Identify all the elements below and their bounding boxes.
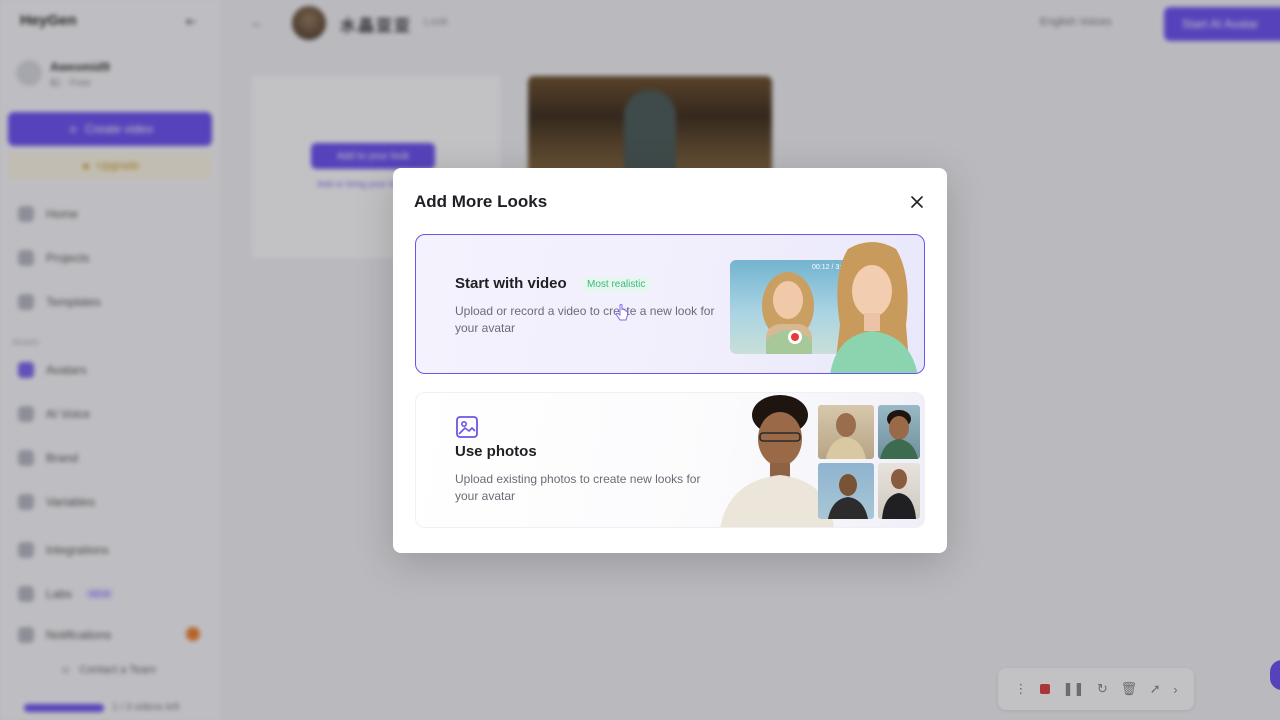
photo-thumbnail-4 <box>878 463 920 519</box>
most-realistic-badge: Most realistic <box>582 277 651 292</box>
man-portrait-image <box>720 395 834 527</box>
photo-icon <box>456 416 478 438</box>
close-icon[interactable] <box>907 192 927 212</box>
add-more-looks-modal: Add More Looks Start with video Most rea… <box>393 168 947 553</box>
photo-thumbnail-3 <box>818 463 874 519</box>
record-icon <box>788 330 802 344</box>
woman-portrait-image <box>830 242 918 373</box>
option-description: Upload or record a video to create a new… <box>455 304 715 335</box>
option-title: Start with video <box>455 275 567 292</box>
option-title: Use photos <box>455 443 537 460</box>
photo-thumbnail-1 <box>818 405 874 459</box>
modal-title: Add More Looks <box>414 192 548 211</box>
photo-thumbnail-2 <box>878 405 920 459</box>
option-description: Upload existing photos to create new loo… <box>455 472 701 503</box>
start-with-video-option[interactable]: Start with video Most realistic Upload o… <box>415 234 925 374</box>
use-photos-option[interactable]: Use photos Upload existing photos to cre… <box>415 392 925 528</box>
cursor-icon <box>615 304 628 321</box>
